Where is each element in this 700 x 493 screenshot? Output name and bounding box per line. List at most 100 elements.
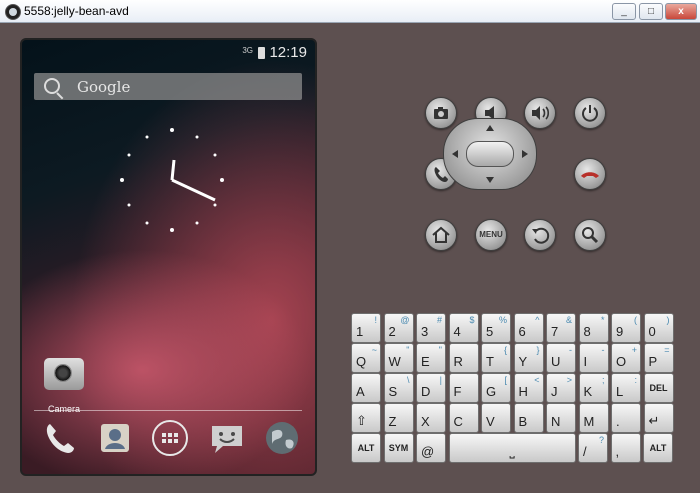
key-a[interactable]: A [351, 373, 381, 403]
shift-key[interactable]: ⇧ [351, 403, 381, 433]
key-3[interactable]: 3 # [416, 313, 446, 343]
power-button[interactable] [574, 97, 606, 129]
phone-screen[interactable]: 3G 12:19 Google Camera [20, 38, 317, 476]
dpad-center-button[interactable] [466, 141, 514, 167]
home-button[interactable] [425, 219, 457, 251]
delete-key[interactable]: DEL [643, 373, 674, 403]
analog-clock-widget[interactable] [112, 120, 232, 240]
key-label: I [583, 354, 588, 369]
key-q[interactable]: Q ~ [351, 343, 381, 373]
key-label: SYM [388, 443, 409, 453]
camera-icon [44, 358, 84, 390]
space-key[interactable]: ⎵ [448, 433, 576, 463]
alt-right-key[interactable]: ALT [643, 433, 673, 463]
key-d[interactable]: D | [416, 373, 446, 403]
key-5[interactable]: 5% [481, 313, 511, 343]
key-k[interactable]: K; [578, 373, 609, 403]
camera-app-shortcut[interactable]: Camera [34, 358, 94, 414]
key-label: K [583, 384, 593, 399]
key-t[interactable]: T{ [481, 343, 511, 373]
key-label: 9 [616, 324, 624, 339]
key-label: S [388, 384, 398, 399]
menu-label: MENU [479, 230, 503, 239]
clock-dot-10 [127, 153, 131, 157]
google-search-bar[interactable]: Google [34, 73, 302, 100]
key-label: F [453, 384, 462, 399]
key-alt-label: ) [666, 315, 670, 325]
key-h[interactable]: H < [513, 373, 544, 403]
key-c[interactable]: C [448, 403, 479, 433]
key-v[interactable]: V [481, 403, 511, 433]
key-e[interactable]: E " [416, 343, 446, 373]
end-call-icon [581, 172, 599, 178]
key-y[interactable]: Y} [513, 343, 544, 373]
phone-icon[interactable] [40, 418, 80, 458]
slash-key[interactable]: /? [578, 433, 608, 463]
key-alt-label: } [536, 345, 540, 355]
period-key[interactable]: . [611, 403, 641, 433]
key-9[interactable]: 9( [611, 313, 641, 343]
key-p[interactable]: P = [643, 343, 674, 373]
key-r[interactable]: R [448, 343, 479, 373]
key-g[interactable]: G[ [481, 373, 511, 403]
key-label: 7 [551, 324, 559, 339]
power-icon [582, 105, 598, 122]
key-f[interactable]: F [448, 373, 479, 403]
key-i[interactable]: I- [578, 343, 609, 373]
key-l[interactable]: L: [611, 373, 641, 403]
enter-key[interactable]: ↵ [643, 403, 674, 433]
key-label: / [583, 444, 587, 459]
key-label: H [518, 384, 528, 399]
search-hw-button[interactable] [574, 219, 606, 251]
key-b[interactable]: B [513, 403, 544, 433]
menu-button[interactable]: MENU [475, 219, 507, 251]
key-label: ALT [357, 443, 375, 453]
comma-key[interactable]: , [610, 433, 641, 463]
key-n[interactable]: N [546, 403, 576, 433]
minimize-button[interactable]: _ [612, 3, 636, 20]
key-o[interactable]: O + [611, 343, 641, 373]
key-4[interactable]: 4 $ [448, 313, 479, 343]
back-button[interactable] [524, 219, 556, 251]
all-apps-icon[interactable] [150, 418, 190, 458]
key-m[interactable]: M [578, 403, 609, 433]
clock-dot-12 [170, 128, 174, 132]
key-label: M [583, 414, 595, 429]
key-label: A [356, 384, 365, 399]
key-label: 5 [486, 324, 494, 339]
browser-globe-icon[interactable] [262, 418, 302, 458]
app-icon [5, 4, 21, 20]
sym-key[interactable]: SYM [383, 433, 414, 463]
alt-left-key[interactable]: ALT [351, 433, 381, 463]
key-2[interactable]: 2 @ [383, 313, 414, 343]
close-button[interactable]: x [665, 3, 697, 20]
key-1[interactable]: 1! [351, 313, 381, 343]
end-call-button[interactable] [574, 158, 606, 190]
key-u[interactable]: U- [546, 343, 576, 373]
key-label: X [421, 414, 430, 429]
key-j[interactable]: J > [546, 373, 576, 403]
key-0[interactable]: 0) [643, 313, 674, 343]
key-alt-label: $ [469, 315, 475, 325]
key-w[interactable]: W " [383, 343, 414, 373]
key-label: ⇧ [356, 413, 367, 428]
key-label: . [616, 414, 620, 429]
restore-button[interactable]: □ [639, 3, 663, 20]
window-title: 5558:jelly-bean-avd [24, 4, 129, 18]
key-alt-label: # [436, 315, 442, 325]
key-label: V [486, 414, 495, 429]
key-label: Q [356, 354, 367, 369]
at-key[interactable]: @ [416, 433, 446, 463]
contacts-icon[interactable] [95, 418, 135, 458]
key-8[interactable]: 8 * [578, 313, 609, 343]
key-label: R [453, 354, 463, 369]
key-s[interactable]: S \ [383, 373, 414, 403]
key-z[interactable]: Z [383, 403, 414, 433]
key-x[interactable]: X [416, 403, 446, 433]
key-7[interactable]: 7 & [546, 313, 576, 343]
clock-dot-6 [170, 228, 174, 232]
clock-dot-5 [195, 221, 199, 225]
dpad[interactable] [443, 118, 537, 190]
key-6[interactable]: 6 ^ [513, 313, 544, 343]
messaging-icon[interactable] [207, 418, 247, 458]
